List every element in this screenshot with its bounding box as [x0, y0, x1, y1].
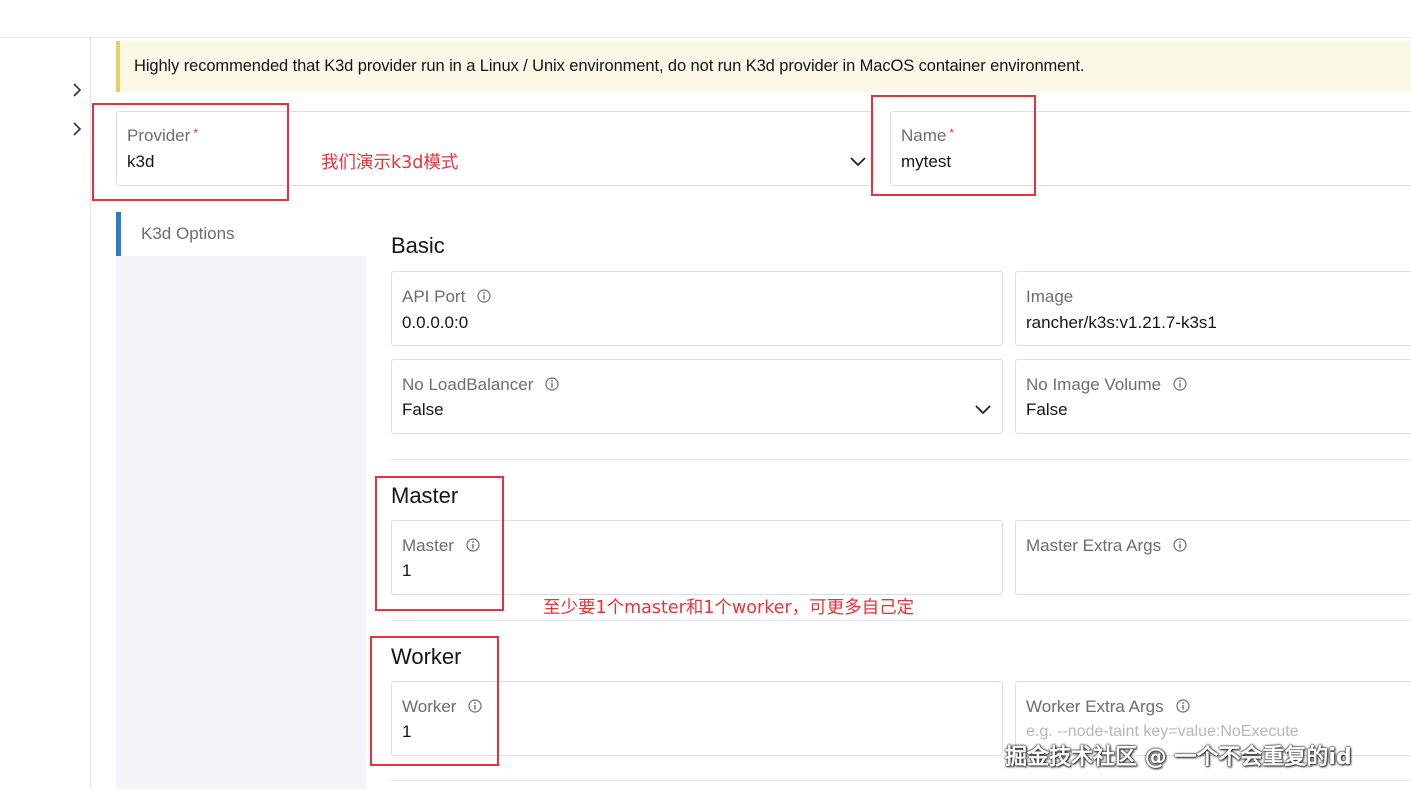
api-port-value: 0.0.0.0:0	[402, 313, 469, 332]
info-icon[interactable]	[1173, 377, 1187, 391]
api-port-input[interactable]: API Port 0.0.0.0:0	[391, 271, 1003, 346]
no-image-volume-select[interactable]: No Image Volume False	[1015, 359, 1411, 434]
tab-label: K3d Options	[141, 224, 235, 243]
watermark: 掘金技术社区 @ 一个不会重复的id	[1005, 745, 1352, 770]
no-image-volume-label: No Image Volume	[1026, 375, 1187, 395]
master-extra-args-label: Master Extra Args	[1026, 536, 1187, 556]
chevron-right-icon	[73, 122, 82, 136]
info-icon[interactable]	[1176, 699, 1190, 713]
section-divider	[391, 780, 1411, 781]
left-nav	[0, 38, 91, 789]
section-divider	[391, 620, 1411, 621]
section-divider	[391, 459, 1411, 460]
section-title-basic: Basic	[391, 233, 445, 258]
annotation-box-worker	[370, 636, 499, 766]
no-loadbalancer-select[interactable]: No LoadBalancer False	[391, 359, 1003, 434]
expand-nav-group-button[interactable]	[67, 80, 87, 100]
chevron-down-icon[interactable]	[975, 405, 991, 415]
annotation-provider-note: 我们演示k3d模式	[321, 153, 459, 173]
info-icon[interactable]	[477, 289, 491, 303]
annotation-box-provider	[92, 103, 289, 201]
master-extra-args-input[interactable]: Master Extra Args	[1015, 520, 1411, 595]
no-loadbalancer-label: No LoadBalancer	[402, 375, 559, 395]
tab-k3d-options[interactable]: K3d Options	[116, 212, 366, 256]
banner-text: Highly recommended that K3d provider run…	[134, 57, 1085, 75]
image-value: rancher/k3s:v1.21.7-k3s1	[1026, 313, 1217, 332]
annotation-box-name	[871, 95, 1036, 196]
api-port-label: API Port	[402, 287, 491, 307]
warning-banner: Highly recommended that K3d provider run…	[116, 41, 1411, 92]
top-bar	[0, 0, 1411, 38]
expand-nav-group-button[interactable]	[67, 119, 87, 139]
image-label: Image	[1026, 287, 1074, 306]
no-loadbalancer-value: False	[402, 400, 444, 419]
worker-extra-args-label: Worker Extra Args	[1026, 697, 1190, 717]
chevron-right-icon	[73, 83, 82, 97]
annotation-count-note: 至少要1个master和1个worker，可更多自己定	[543, 598, 915, 618]
annotation-box-master	[375, 476, 504, 611]
info-icon[interactable]	[1173, 538, 1187, 552]
image-input[interactable]: Image rancher/k3s:v1.21.7-k3s1	[1015, 271, 1411, 346]
chevron-down-icon[interactable]	[850, 157, 866, 167]
info-icon[interactable]	[545, 377, 559, 391]
options-tab-list	[116, 212, 366, 789]
no-image-volume-value: False	[1026, 400, 1068, 419]
